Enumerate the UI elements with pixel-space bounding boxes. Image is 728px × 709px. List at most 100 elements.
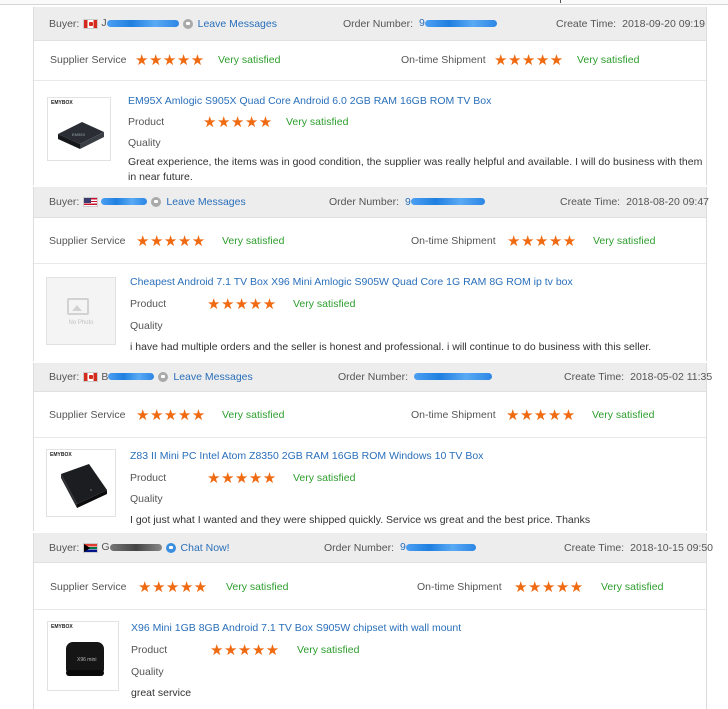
quality-label: Quality (128, 137, 161, 149)
product-thumbnail[interactable]: EMYBOX X96 mini (47, 621, 119, 691)
product-rating-text: Very satisfied (293, 298, 356, 310)
product-label: Product (130, 472, 167, 484)
buyer-label: Buyer: (49, 196, 80, 208)
shipment-stars: ★★★★★ (507, 233, 577, 250)
buyer-name[interactable]: G (101, 541, 162, 553)
flag-south-africa-icon (83, 542, 99, 553)
create-time: 2018-09-20 09:19 (622, 17, 706, 30)
supplier-service-rating-text: Very satisfied (226, 581, 289, 593)
review-comment: i have had multiple orders and the selle… (130, 341, 652, 353)
product-title-link[interactable]: X96 Mini 1GB 8GB Android 7.1 TV Box S905… (131, 622, 461, 634)
create-time: 2018-10-15 09:50 (630, 541, 714, 554)
svg-text:X96 mini: X96 mini (77, 657, 96, 663)
order-number[interactable]: 9 (419, 17, 497, 29)
tv-box-image: X96 mini (66, 642, 104, 676)
rating-row: Supplier Service ★★★★★ Very satisfied On… (34, 562, 706, 610)
product-label: Product (128, 116, 165, 128)
chat-icon (165, 542, 176, 553)
no-photo-thumbnail[interactable]: No Photo (46, 277, 116, 345)
product-stars: ★★★★★ (207, 296, 277, 313)
product-label: Product (131, 644, 168, 656)
review-header: Buyer: J Leave Messages Order Number: 9 … (34, 7, 706, 41)
product-title-link[interactable]: Cheapest Android 7.1 TV Box X96 Mini Aml… (130, 276, 573, 288)
order-number[interactable]: 9 (400, 541, 476, 553)
supplier-service-rating-text: Very satisfied (218, 54, 281, 66)
review-card: Buyer: Leave Messages Order Number: 9 Cr… (33, 187, 710, 361)
shipment-stars: ★★★★★ (494, 52, 564, 69)
review-header: Buyer: G Chat Now! Order Number: 9 Creat… (34, 533, 713, 563)
message-icon (158, 372, 169, 382)
create-time: 2018-05-02 11:35 (630, 371, 713, 383)
review-card: Buyer: J Leave Messages Order Number: 9 … (33, 7, 707, 185)
supplier-service-stars: ★★★★★ (136, 407, 206, 424)
order-number[interactable] (414, 371, 493, 383)
buyer-name[interactable]: J (101, 17, 179, 29)
supplier-service-stars: ★★★★★ (135, 52, 205, 69)
product-thumbnail[interactable]: EMYBOX EM95X (47, 97, 111, 161)
shipment-label: On-time Shipment (411, 409, 496, 421)
supplier-service-label: Supplier Service (50, 54, 127, 66)
review-card: Buyer: B Leave Messages Order Number: Cr… (33, 363, 712, 531)
order-number-label: Order Number: (343, 17, 414, 30)
quality-label: Quality (131, 666, 164, 678)
leave-messages-link[interactable]: Leave Messages (173, 371, 252, 383)
review-comment: great service (131, 687, 192, 699)
create-time-label: Create Time: (564, 371, 625, 383)
create-time-label: Create Time: (560, 196, 621, 208)
shipment-stars: ★★★★★ (514, 579, 584, 596)
review-comment: Great experience, the items was in good … (128, 156, 703, 183)
top-divider (0, 0, 728, 5)
rating-row: Supplier Service ★★★★★ Very satisfied On… (34, 391, 706, 438)
review-header: Buyer: Leave Messages Order Number: 9 Cr… (34, 187, 710, 218)
product-title-link[interactable]: Z83 II Mini PC Intel Atom Z8350 2GB RAM … (130, 450, 483, 462)
mini-pc-image (61, 464, 107, 508)
message-icon (182, 18, 193, 29)
buyer-name[interactable]: B (101, 371, 155, 383)
tv-box-image: EM95X (58, 122, 104, 149)
supplier-service-stars: ★★★★★ (136, 233, 206, 250)
create-time: 2018-08-20 09:47 (626, 196, 710, 208)
product-label: Product (130, 298, 167, 310)
shipment-rating-text: Very satisfied (592, 409, 655, 421)
review-comment: I got just what I wanted and they were s… (130, 514, 591, 526)
product-rating-text: Very satisfied (293, 472, 356, 484)
rating-row: Supplier Service ★★★★★ Very satisfied On… (34, 40, 706, 81)
chat-now-link[interactable]: Chat Now! (181, 542, 230, 554)
shipment-label: On-time Shipment (411, 235, 496, 247)
supplier-service-stars: ★★★★★ (138, 579, 208, 596)
flag-canada-icon (83, 372, 99, 382)
product-title-link[interactable]: EM95X Amlogic S905X Quad Core Android 6.… (128, 95, 491, 107)
supplier-service-label: Supplier Service (49, 235, 126, 247)
quality-label: Quality (130, 493, 163, 505)
review-header: Buyer: B Leave Messages Order Number: Cr… (34, 363, 712, 392)
shipment-stars: ★★★★★ (506, 407, 576, 424)
leave-messages-link[interactable]: Leave Messages (198, 18, 277, 30)
quality-label: Quality (130, 320, 163, 332)
order-number[interactable]: 9 (405, 196, 485, 208)
review-card: Buyer: G Chat Now! Order Number: 9 Creat… (33, 533, 713, 709)
product-stars: ★★★★★ (207, 470, 277, 487)
create-time-label: Create Time: (556, 17, 617, 30)
shipment-rating-text: Very satisfied (593, 235, 656, 247)
shipment-rating-text: Very satisfied (601, 581, 664, 593)
svg-text:EM95X: EM95X (72, 132, 85, 137)
rating-row: Supplier Service ★★★★★ Very satisfied On… (34, 217, 706, 264)
supplier-service-rating-text: Very satisfied (222, 409, 285, 421)
create-time-label: Create Time: (564, 541, 625, 554)
product-stars: ★★★★★ (210, 642, 280, 659)
product-thumbnail[interactable]: EMYBOX (46, 449, 116, 517)
no-photo-caption: No Photo (68, 320, 94, 326)
order-number-label: Order Number: (324, 541, 395, 554)
leave-messages-link[interactable]: Leave Messages (166, 196, 245, 208)
image-placeholder-icon (67, 298, 89, 315)
buyer-name[interactable] (101, 196, 148, 208)
supplier-service-label: Supplier Service (49, 409, 126, 421)
shipment-label: On-time Shipment (401, 54, 486, 66)
product-rating-text: Very satisfied (297, 644, 360, 656)
flag-usa-icon (83, 197, 99, 207)
message-icon (151, 197, 162, 207)
order-number-label: Order Number: (338, 371, 409, 383)
buyer-label: Buyer: (49, 371, 80, 383)
order-number-label: Order Number: (329, 196, 400, 208)
flag-canada-icon (83, 18, 99, 29)
